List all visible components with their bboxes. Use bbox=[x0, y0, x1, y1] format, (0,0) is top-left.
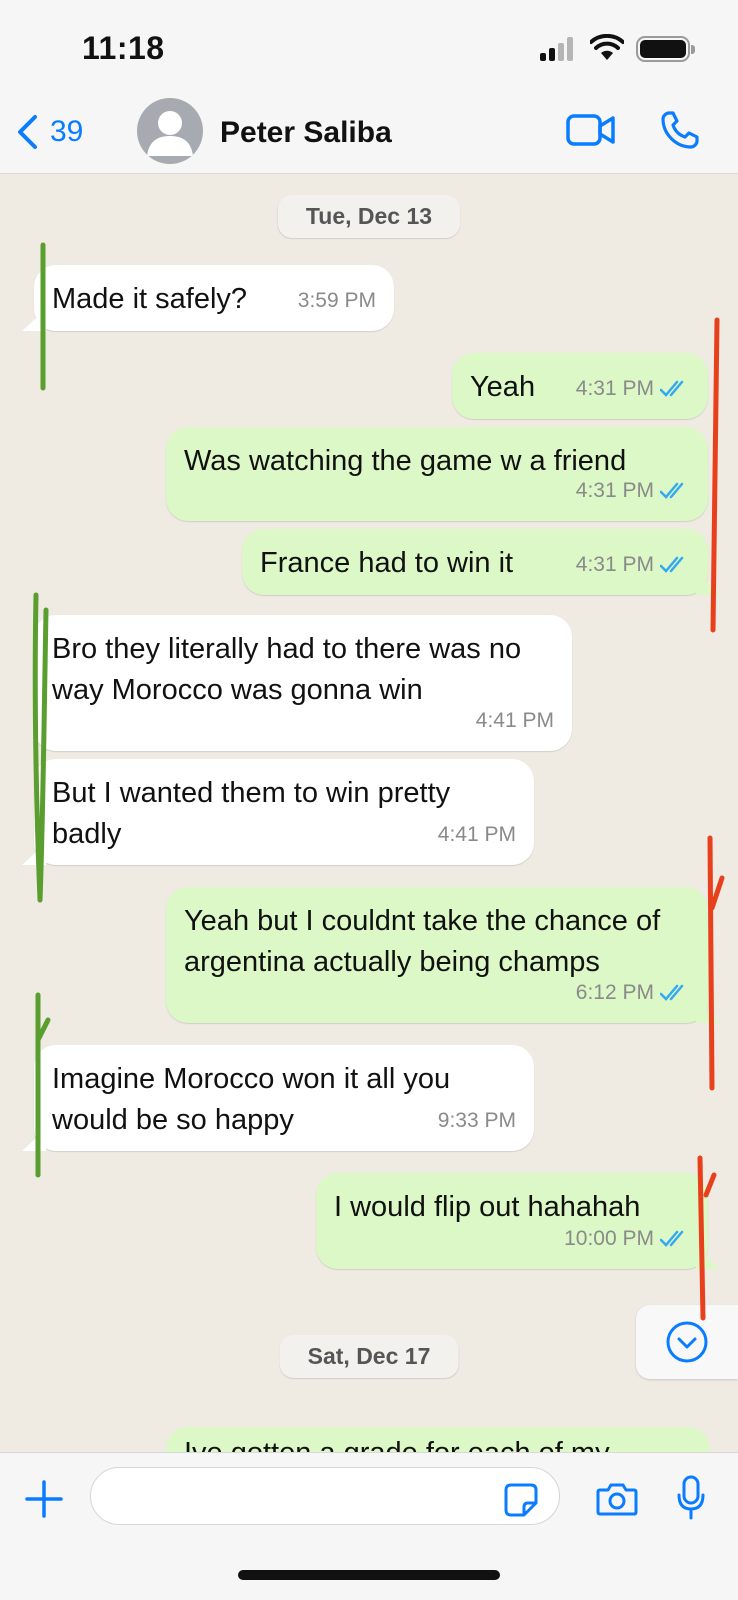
chat-area[interactable]: Tue, Dec 13 Made it safely? 3:59 PM Yeah… bbox=[0, 175, 738, 1453]
read-ticks-icon bbox=[660, 556, 684, 573]
sticker-icon[interactable] bbox=[504, 1483, 538, 1517]
message-bubble-outgoing[interactable]: Yeah but I couldnt take the chance of ar… bbox=[166, 887, 708, 1023]
battery-icon bbox=[636, 36, 695, 62]
status-bar: 11:18 bbox=[0, 0, 738, 96]
message-bubble-incoming[interactable]: Bro they literally had to there was no w… bbox=[34, 615, 572, 751]
date-separator: Sat, Dec 17 bbox=[279, 1335, 459, 1378]
message-text: France had to win it bbox=[260, 547, 514, 579]
mic-icon[interactable] bbox=[676, 1475, 706, 1521]
message-time: 3:59 PM bbox=[297, 289, 376, 312]
chat-header: 39 Peter Saliba bbox=[0, 96, 738, 174]
message-input[interactable] bbox=[90, 1467, 560, 1525]
read-ticks-icon bbox=[660, 1230, 684, 1247]
contact-name[interactable]: Peter Saliba bbox=[220, 116, 392, 150]
message-time: 6:12 PM bbox=[575, 981, 654, 1004]
read-ticks-icon bbox=[660, 380, 684, 397]
message-bubble-incoming[interactable]: But I wanted them to win pretty badly 4:… bbox=[34, 759, 534, 865]
wifi-icon bbox=[590, 34, 624, 60]
scroll-down-icon bbox=[666, 1321, 708, 1363]
video-call-icon[interactable] bbox=[566, 112, 616, 148]
home-indicator[interactable] bbox=[238, 1570, 500, 1580]
message-text: Made it safely? bbox=[52, 283, 248, 315]
camera-icon[interactable] bbox=[596, 1481, 638, 1517]
back-button[interactable]: 39 bbox=[16, 110, 83, 154]
message-text: But I wanted them to win pretty badly bbox=[52, 777, 451, 850]
status-time: 11:18 bbox=[82, 30, 165, 66]
message-text: Bro they literally had to there was no w… bbox=[52, 633, 522, 706]
message-text: Yeah but I couldnt take the chance of ar… bbox=[184, 905, 661, 978]
message-bubble-outgoing[interactable]: Yeah 4:31 PM bbox=[452, 353, 708, 419]
message-time: 4:31 PM bbox=[575, 377, 654, 400]
signal-icon bbox=[540, 37, 576, 61]
message-text: Imagine Morocco won it all you would be … bbox=[52, 1063, 451, 1136]
phone-icon[interactable] bbox=[660, 110, 700, 150]
read-ticks-icon bbox=[660, 482, 684, 499]
plus-icon[interactable] bbox=[24, 1479, 64, 1519]
message-bubble-outgoing[interactable]: I would flip out hahahah 10:00 PM bbox=[316, 1173, 708, 1269]
message-time: 4:31 PM bbox=[575, 553, 654, 576]
message-time: 9:33 PM bbox=[437, 1109, 516, 1132]
message-bubble-outgoing[interactable]: Was watching the game w a friend 4:31 PM bbox=[166, 427, 708, 521]
message-time: 4:41 PM bbox=[475, 709, 554, 732]
message-time: 4:31 PM bbox=[575, 479, 654, 502]
message-bubble-incoming[interactable]: Made it safely? 3:59 PM bbox=[34, 265, 394, 331]
read-ticks-icon bbox=[660, 984, 684, 1001]
date-separator: Tue, Dec 13 bbox=[277, 195, 461, 238]
avatar-icon bbox=[147, 111, 193, 156]
message-bubble-outgoing[interactable]: France had to win it 4:31 PM bbox=[242, 529, 708, 595]
message-bubble-incoming[interactable]: Imagine Morocco won it all you would be … bbox=[34, 1045, 534, 1151]
unread-count: 39 bbox=[50, 115, 84, 148]
message-time: 10:00 PM bbox=[564, 1227, 654, 1250]
message-text: Was watching the game w a friend bbox=[184, 445, 627, 477]
message-text: Yeah bbox=[470, 371, 536, 403]
back-chevron-icon bbox=[18, 115, 37, 149]
scroll-down-button[interactable] bbox=[636, 1305, 738, 1379]
message-time: 4:41 PM bbox=[437, 823, 516, 846]
avatar[interactable] bbox=[137, 98, 203, 164]
